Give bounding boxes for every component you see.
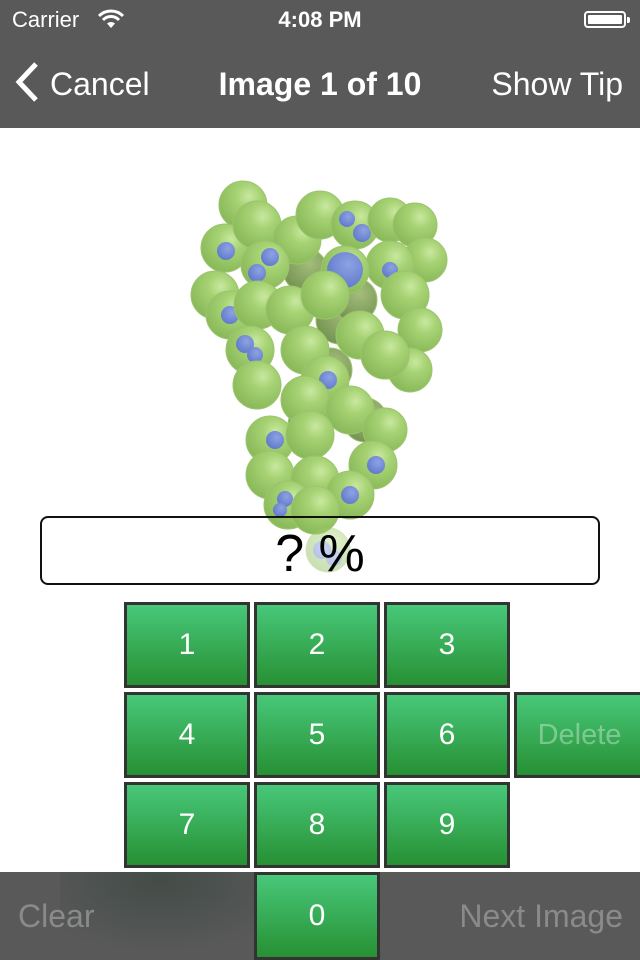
key-0[interactable]: 0 — [254, 872, 380, 960]
cell — [360, 330, 410, 380]
status-bar: Carrier 4:08 PM — [0, 0, 640, 40]
nucleus — [217, 242, 235, 260]
nucleus — [367, 456, 385, 474]
answer-value: ? % — [275, 525, 365, 583]
key-6[interactable]: 6 — [384, 692, 510, 778]
nucleus — [341, 486, 359, 504]
next-image-button[interactable]: Next Image — [459, 898, 623, 935]
clock: 4:08 PM — [278, 7, 362, 32]
key-5[interactable]: 5 — [254, 692, 380, 778]
key-7[interactable]: 7 — [124, 782, 250, 868]
cell — [285, 410, 335, 460]
cell — [300, 270, 350, 320]
cell — [232, 360, 282, 410]
key-9[interactable]: 9 — [384, 782, 510, 868]
key-3[interactable]: 3 — [384, 602, 510, 688]
navigation-bar: Cancel Image 1 of 10 Show Tip — [0, 40, 640, 128]
key-2[interactable]: 2 — [254, 602, 380, 688]
delete-button[interactable]: Delete — [514, 692, 640, 778]
nucleus — [273, 503, 287, 517]
clear-button[interactable]: Clear — [18, 898, 94, 935]
nucleus — [339, 211, 355, 227]
battery-icon — [584, 11, 630, 28]
cancel-button[interactable]: Cancel — [14, 61, 150, 108]
show-tip-button[interactable]: Show Tip — [491, 66, 623, 103]
key-4[interactable]: 4 — [124, 692, 250, 778]
cancel-label: Cancel — [50, 65, 150, 102]
key-8[interactable]: 8 — [254, 782, 380, 868]
chevron-left-icon — [14, 61, 40, 108]
nucleus — [261, 248, 279, 266]
top-bar: Carrier 4:08 PM Cancel Image 1 of 10 Sho… — [0, 0, 640, 128]
nucleus — [353, 224, 371, 242]
nucleus — [248, 264, 266, 282]
nucleus — [266, 431, 284, 449]
key-1[interactable]: 1 — [124, 602, 250, 688]
answer-field[interactable]: ? % — [40, 516, 600, 585]
